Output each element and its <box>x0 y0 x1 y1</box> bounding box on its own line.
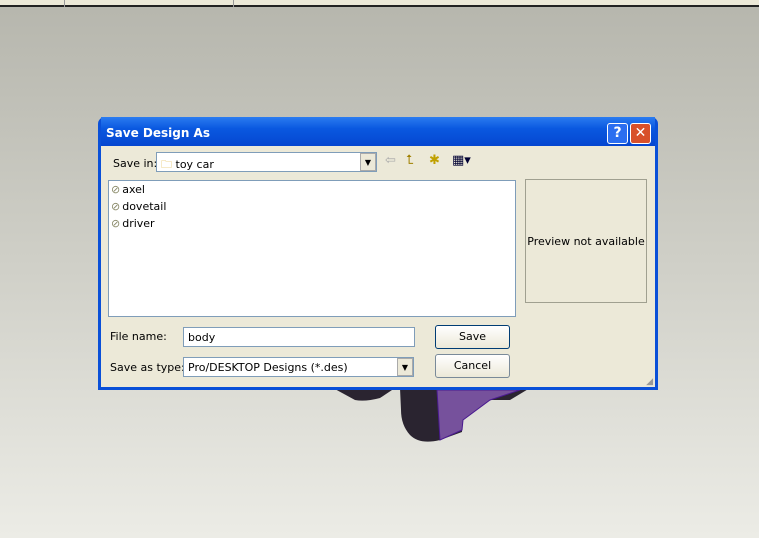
up-folder-icon[interactable]: ⮤ <box>406 153 414 168</box>
design-file-icon: ⊘ <box>111 200 121 213</box>
file-name-input[interactable]: body <box>183 327 415 347</box>
design-file-icon: ⊘ <box>111 183 121 196</box>
save-as-type-select[interactable]: Pro/DESKTOP Designs (*.des) ▼ <box>183 357 414 377</box>
chevron-down-icon[interactable]: ▼ <box>360 153 376 171</box>
save-button[interactable]: Save <box>435 325 510 349</box>
back-arrow-icon[interactable]: ⇦ <box>385 153 396 168</box>
help-button[interactable]: ? <box>607 123 628 144</box>
save-in-combo[interactable]: 🗀 toy car ▼ <box>156 152 377 172</box>
file-name-label: File name: <box>110 330 167 343</box>
save-design-dialog: Save Design As ? ✕ Save in: 🗀 toy car ▼ … <box>98 117 658 390</box>
chevron-down-icon[interactable]: ▼ <box>397 358 413 376</box>
save-as-type-label: Save as type: <box>110 361 185 374</box>
list-item[interactable]: ⊘ dovetail <box>109 198 515 215</box>
close-button[interactable]: ✕ <box>630 123 651 144</box>
new-folder-icon[interactable]: ✱ <box>429 153 440 168</box>
preview-text: Preview not available <box>527 234 645 248</box>
preview-pane: Preview not available <box>525 179 647 303</box>
design-file-icon: ⊘ <box>111 217 121 230</box>
save-in-label: Save in: <box>113 157 158 170</box>
cancel-button[interactable]: Cancel <box>435 354 510 378</box>
view-menu-icon[interactable]: ▦▾ <box>452 153 471 168</box>
file-list[interactable]: ⊘ axel ⊘ dovetail ⊘ driver <box>108 180 516 317</box>
dialog-title: Save Design As <box>101 117 655 146</box>
save-in-value: toy car <box>175 158 214 171</box>
list-item[interactable]: ⊘ driver <box>109 215 515 232</box>
list-item[interactable]: ⊘ axel <box>109 181 515 198</box>
folder-icon: 🗀 <box>161 158 172 171</box>
resize-grip-icon[interactable]: ◢ <box>646 377 653 387</box>
